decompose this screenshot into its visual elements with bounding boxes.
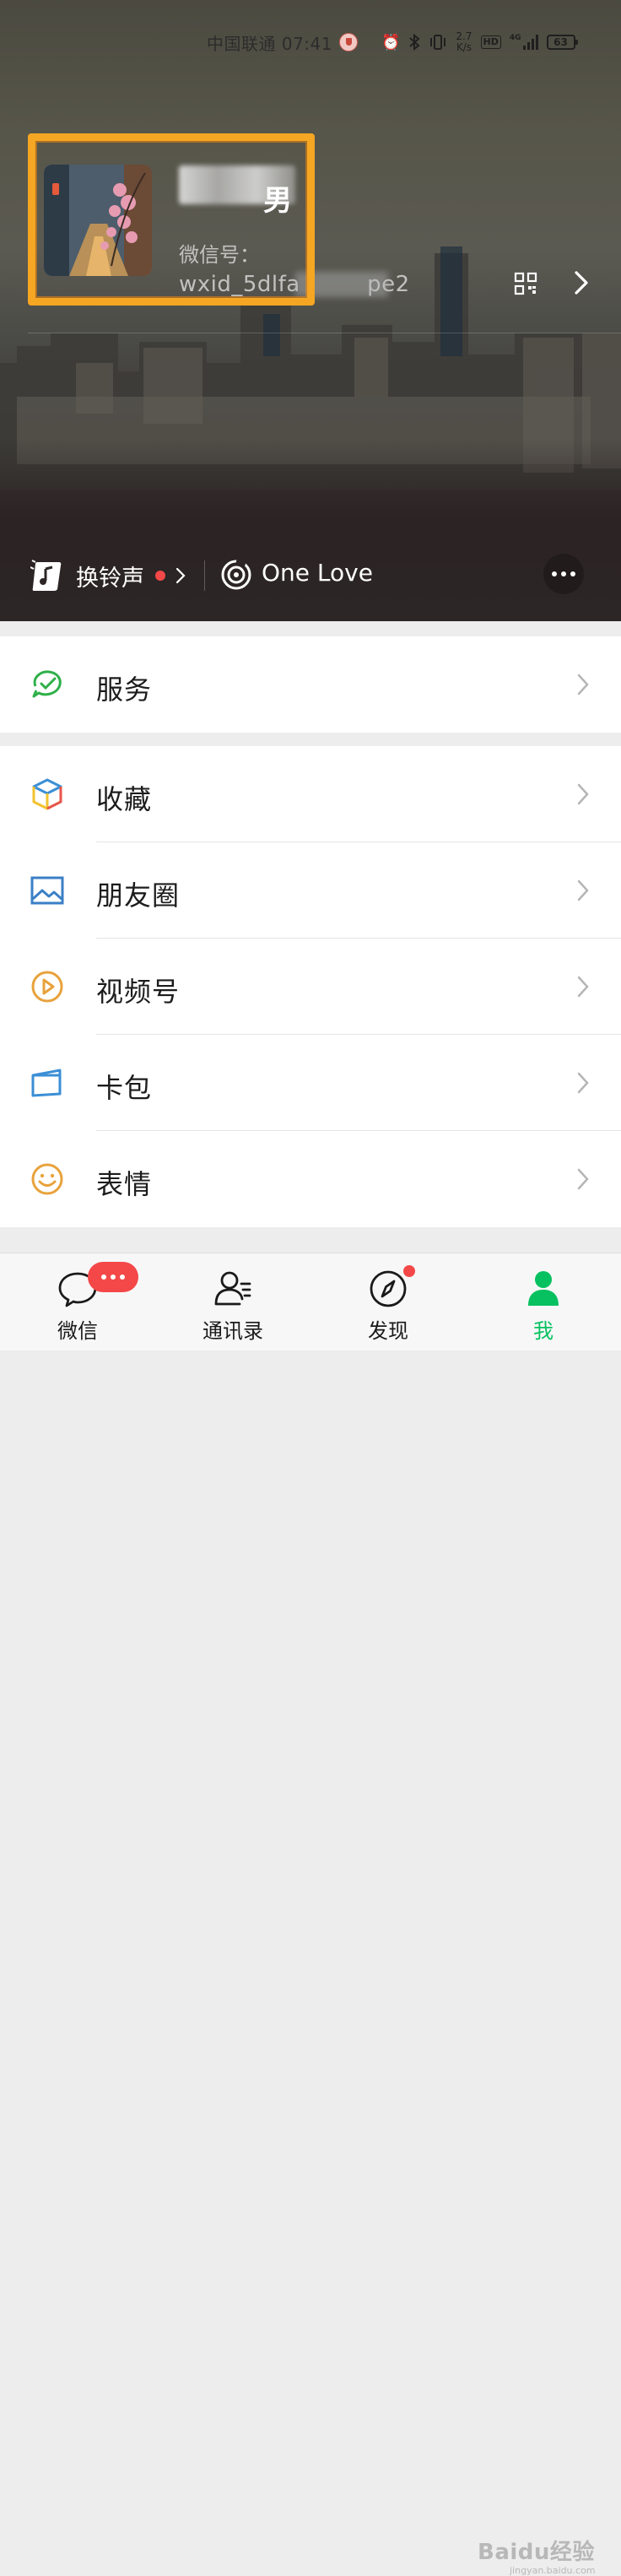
- tab-label: 发现: [368, 1319, 408, 1343]
- tab-label: 微信: [57, 1319, 98, 1343]
- tab-chats[interactable]: 微信: [0, 1253, 155, 1351]
- tab-label: 通讯录: [202, 1319, 263, 1343]
- bottom-tab-bar: 微信 通讯录 发现 我 Baidu经验 jingyan.baidu.com: [0, 1253, 621, 2576]
- ringtone-badge-dot: [155, 571, 165, 581]
- menu-item-label: 表情: [96, 1168, 153, 1200]
- baidu-watermark-url: jingyan.baidu.com: [510, 2565, 596, 2576]
- chevron-right-icon: [577, 879, 589, 901]
- vibrate-icon: [430, 35, 446, 50]
- card-wallet-icon: [31, 1069, 62, 1097]
- menu-item-label: 服务: [96, 674, 153, 706]
- status-bar: 中国联通 07:41 ⏰ 2.7 K/s HD 4G 63: [0, 30, 621, 54]
- tab-contacts[interactable]: 通讯录: [155, 1253, 310, 1351]
- profile-header: 中国联通 07:41 ⏰ 2.7 K/s HD 4G 63 男 微信号： wxi…: [0, 0, 621, 621]
- menu-item-services[interactable]: 服务: [0, 636, 621, 733]
- me-person-icon: [528, 1271, 559, 1306]
- alarm-icon: ⏰: [381, 33, 401, 51]
- network-speed: 2.7 K/s: [456, 30, 472, 53]
- contacts-icon: [214, 1271, 251, 1306]
- favorites-cube-icon: [32, 778, 62, 810]
- battery-icon: 63: [546, 35, 578, 50]
- change-ringtone-label[interactable]: 换铃声: [76, 560, 144, 593]
- unread-badge: [88, 1262, 138, 1292]
- tab-me[interactable]: 我: [466, 1253, 621, 1351]
- menu-item-channels[interactable]: 视频号: [0, 939, 621, 1035]
- now-playing-icon[interactable]: [220, 559, 252, 591]
- song-name[interactable]: One Love: [262, 559, 373, 587]
- menu-item-stickers[interactable]: 表情: [0, 1131, 621, 1227]
- ringtone-chevron-icon[interactable]: [176, 567, 186, 584]
- discover-badge-dot: [403, 1265, 415, 1277]
- qr-code-icon[interactable]: [514, 272, 537, 295]
- menu-item-label: 朋友圈: [96, 879, 181, 912]
- chevron-right-icon: [577, 674, 589, 695]
- hd-badge: HD: [480, 35, 501, 49]
- profile-highlight-box: [28, 133, 315, 306]
- menu-item-card-wallet[interactable]: 卡包: [0, 1035, 621, 1131]
- baidu-watermark: Baidu经验: [478, 2540, 595, 2565]
- status-icons: ⏰ 2.7 K/s HD 4G 63: [381, 30, 578, 54]
- chevron-right-icon: [577, 1072, 589, 1094]
- ringtone-music-icon[interactable]: [30, 559, 64, 593]
- moments-image-icon: [30, 876, 64, 905]
- tab-discover[interactable]: 发现: [310, 1253, 466, 1351]
- menu-group-services: 服务: [0, 636, 621, 733]
- profile-chevron-right-icon[interactable]: [574, 270, 589, 295]
- signal-strength-icon: 4G: [510, 35, 538, 50]
- menu-item-label: 收藏: [96, 783, 153, 815]
- chevron-right-icon: [577, 976, 589, 998]
- carrier-time: 中国联通 07:41: [207, 34, 332, 54]
- more-dot-icon: [552, 571, 557, 576]
- menu-item-favorites[interactable]: 收藏: [0, 746, 621, 842]
- security-shield-icon: [339, 33, 358, 51]
- chevron-right-icon: [577, 1168, 589, 1190]
- tab-label: 我: [533, 1319, 554, 1343]
- channels-play-icon: [31, 971, 63, 1003]
- bluetooth-icon: [409, 34, 420, 51]
- sticker-smile-icon: [31, 1163, 63, 1195]
- services-icon: [32, 670, 62, 698]
- more-options-button[interactable]: [543, 554, 584, 594]
- status-row-divider: [204, 560, 205, 591]
- menu-item-label: 卡包: [96, 1072, 153, 1104]
- menu-group-main: 收藏 朋友圈 视频号 卡包 表情: [0, 746, 621, 1227]
- menu-item-label: 视频号: [96, 976, 181, 1008]
- status-row: 换铃声 One Love: [30, 550, 621, 598]
- menu-item-moments[interactable]: 朋友圈: [0, 842, 621, 939]
- chevron-right-icon: [577, 783, 589, 805]
